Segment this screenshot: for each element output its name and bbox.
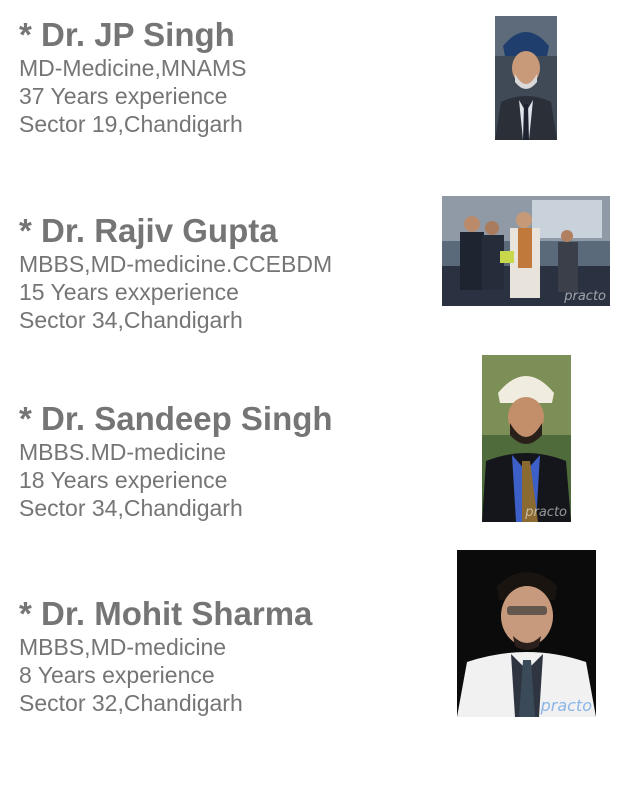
doctor-qualification: MBBS,MD-medicine.CCEBDM	[19, 251, 333, 277]
doctor-card[interactable]: * Dr. Mohit Sharma MBBS,MD-medicine 8 Ye…	[0, 550, 626, 717]
doctor-experience: 37 Years experience	[19, 83, 228, 109]
doctor-experience: 18 Years experience	[19, 467, 228, 493]
watermark-logo: practo	[540, 696, 592, 715]
doctor-info: * Dr. Rajiv Gupta MBBS,MD-medicine.CCEBD…	[19, 212, 332, 334]
doctor-card[interactable]: * Dr. Sandeep Singh MBBS.MD-medicine 18 …	[0, 355, 626, 522]
doctor-photo: practo	[457, 550, 596, 717]
doctor-photo: practo	[482, 355, 571, 522]
doctor-qualification: MBBS.MD-medicine	[19, 439, 227, 465]
doctor-card[interactable]: * Dr. Rajiv Gupta MBBS,MD-medicine.CCEBD…	[0, 196, 626, 333]
doctor-info: * Dr. Sandeep Singh MBBS.MD-medicine 18 …	[19, 400, 333, 522]
doctor-experience: 15 Years exxperience	[19, 279, 239, 305]
doctor-name: * Dr. Mohit Sharma	[19, 595, 313, 632]
doctor-photo	[495, 16, 557, 140]
doctor-qualification: MBBS,MD-medicine	[19, 634, 227, 660]
doctor-location: Sector 32,Chandigarh	[19, 690, 243, 716]
watermark-logo: practo	[564, 289, 606, 304]
doctor-name: * Dr. JP Singh	[19, 16, 235, 53]
doctor-name: * Dr. Rajiv Gupta	[19, 212, 278, 249]
doctor-info: * Dr. JP Singh MD-Medicine,MNAMS 37 Year…	[19, 16, 246, 138]
watermark-logo: practo	[525, 505, 567, 520]
doctor-location: Sector 34,Chandigarh	[19, 495, 243, 521]
doctor-location: Sector 19,Chandigarh	[19, 111, 243, 137]
doctor-card[interactable]: * Dr. JP Singh MD-Medicine,MNAMS 37 Year…	[0, 16, 626, 146]
doctor-photo: practo	[442, 196, 610, 306]
doctor-experience: 8 Years experience	[19, 662, 215, 688]
doctor-info: * Dr. Mohit Sharma MBBS,MD-medicine 8 Ye…	[19, 595, 312, 717]
doctor-qualification: MD-Medicine,MNAMS	[19, 55, 247, 81]
doctor-location: Sector 34,Chandigarh	[19, 307, 243, 333]
doctor-name: * Dr. Sandeep Singh	[19, 400, 333, 437]
